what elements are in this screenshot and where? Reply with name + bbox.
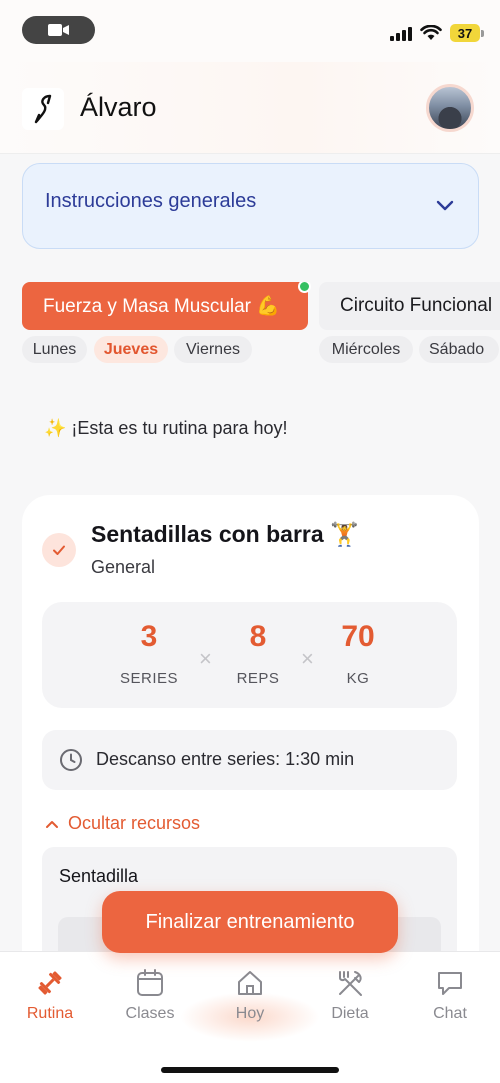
- toggle-resources-label: Ocultar recursos: [68, 813, 201, 833]
- weight-label: KG: [346, 670, 370, 687]
- app-header: Álvaro: [0, 62, 500, 154]
- day-chip-today: Jueves: [94, 336, 168, 363]
- reps-label: REPS: [236, 670, 280, 687]
- wifi-icon: [420, 25, 442, 40]
- video-camera-icon: [47, 24, 69, 36]
- rest-text: Descanso entre series: 1:30 min: [96, 749, 355, 769]
- day-chip: Miércoles: [319, 336, 413, 363]
- battery-level: 37: [450, 24, 480, 42]
- avatar[interactable]: [426, 84, 474, 132]
- series-label: SERIES: [119, 670, 179, 687]
- chevron-up-icon: [46, 820, 58, 828]
- exercise-stats: 3 SERIES × 8 REPS × 70 KG: [42, 602, 457, 708]
- multiply-icon: ×: [301, 646, 314, 671]
- brand-logo-icon: [34, 94, 52, 124]
- day-chip: Sábado: [419, 336, 499, 363]
- exercise-complete-checkbox[interactable]: [42, 533, 76, 567]
- rest-time: Descanso entre series: 1:30 min: [42, 730, 457, 790]
- tab-hoy[interactable]: Hoy: [205, 968, 295, 1023]
- finish-workout-button[interactable]: Finalizar entrenamiento: [102, 891, 398, 953]
- dumbbell-icon: [38, 971, 62, 995]
- routine-selector: Fuerza y Masa Muscular 💪 Circuito Funcio…: [0, 282, 500, 367]
- today-message: ✨ ¡Esta es tu rutina para hoy!: [44, 418, 288, 438]
- routine-tab-label: Circuito Funcional: [340, 295, 493, 316]
- resource-title: Sentadilla: [59, 866, 139, 886]
- routine-tab-label: Fuerza y Masa Muscular 💪: [43, 296, 280, 317]
- calendar-icon: [137, 969, 163, 996]
- toggle-resources-button[interactable]: Ocultar recursos: [44, 813, 200, 834]
- chevron-down-icon: [436, 200, 454, 211]
- finish-workout-label: Finalizar entrenamiento: [145, 910, 355, 933]
- tab-label: Hoy: [235, 1005, 265, 1022]
- instructions-title: Instrucciones generales: [45, 190, 257, 212]
- tab-rutina[interactable]: Rutina: [5, 968, 95, 1023]
- status-bar: 37: [0, 0, 500, 62]
- online-indicator: [298, 282, 311, 293]
- general-instructions-accordion[interactable]: Instrucciones generales: [22, 163, 479, 249]
- home-indicator: [161, 1067, 339, 1073]
- tab-label: Clases: [125, 1005, 175, 1022]
- tab-label: Rutina: [26, 1005, 74, 1022]
- tab-label: Dieta: [331, 1005, 369, 1022]
- bottom-tab-bar: Rutina Clases Hoy Dieta Chat: [0, 951, 500, 1083]
- tab-clases[interactable]: Clases: [105, 968, 195, 1023]
- weight-value: 70: [341, 620, 375, 653]
- series-value: 3: [140, 620, 158, 653]
- clock-icon: [60, 749, 82, 771]
- routine-tab-fuerza[interactable]: Fuerza y Masa Muscular 💪: [22, 282, 308, 330]
- tab-label: Chat: [433, 1005, 467, 1022]
- tab-dieta[interactable]: Dieta: [305, 968, 395, 1023]
- day-chip: Viernes: [174, 336, 252, 363]
- multiply-icon: ×: [199, 646, 212, 671]
- cellular-signal-icon: [390, 25, 412, 41]
- battery-icon: 37: [450, 24, 484, 42]
- check-icon: [53, 545, 65, 555]
- reps-value: 8: [249, 620, 267, 653]
- screen-recording-indicator[interactable]: [22, 16, 95, 44]
- chat-icon: [438, 972, 462, 995]
- brand-logo: [22, 88, 64, 130]
- home-icon: [238, 971, 262, 995]
- day-chip: Lunes: [22, 336, 87, 363]
- user-name: Álvaro: [80, 92, 157, 122]
- fork-knife-icon: [339, 971, 362, 996]
- exercise-category: General: [91, 557, 156, 577]
- exercise-title: Sentadillas con barra 🏋️: [91, 521, 359, 547]
- tab-chat[interactable]: Chat: [405, 968, 495, 1023]
- routine-tab-circuito[interactable]: Circuito Funcional: [319, 282, 500, 330]
